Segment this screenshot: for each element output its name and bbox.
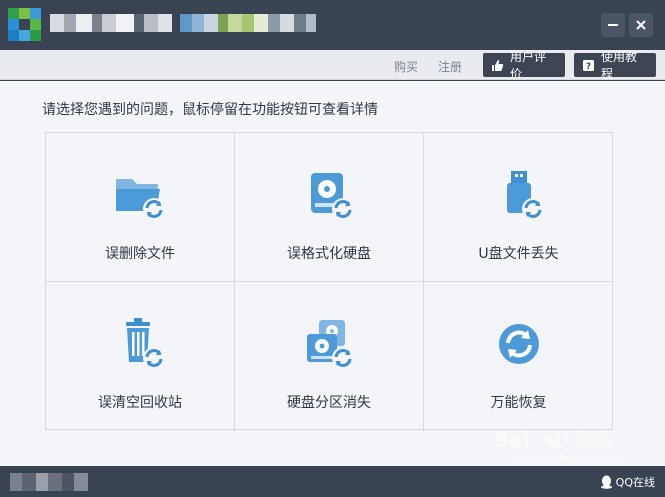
thumbs-up-icon xyxy=(491,59,504,72)
folder-recover-icon xyxy=(110,167,170,227)
title-bar xyxy=(0,0,665,50)
main-panel: 请选择您遇到的问题，鼠标停留在功能按钮可查看详情 误删除文件 误格式化硬盘 U盘… xyxy=(0,81,665,466)
app-title-blurred xyxy=(50,14,172,32)
usb-recover-icon xyxy=(489,167,549,227)
tutorial-label: 使用教程 xyxy=(601,50,638,81)
option-label: 万能恢复 xyxy=(490,395,547,411)
option-deleted-files[interactable]: 误删除文件 xyxy=(46,133,235,282)
buy-link[interactable]: 购买 xyxy=(394,58,418,75)
option-emptied-recycle-bin[interactable]: 误清空回收站 xyxy=(46,282,235,431)
help-book-icon: ? xyxy=(582,59,595,72)
baidu-watermark: Bai 经验 jingyan.baidu.com xyxy=(492,425,642,485)
minimize-button[interactable] xyxy=(601,13,625,37)
trash-recover-icon xyxy=(110,316,170,376)
option-label: 误删除文件 xyxy=(105,246,175,262)
option-label: 硬盘分区消失 xyxy=(287,395,371,411)
paw-icon xyxy=(544,432,569,450)
user-review-button[interactable]: 用户评价 xyxy=(483,50,565,81)
option-partition-lost[interactable]: 硬盘分区消失 xyxy=(235,282,424,431)
close-icon xyxy=(636,20,646,30)
recovery-options-grid: 误删除文件 误格式化硬盘 U盘文件丢失 误清空回收站 硬盘分区消失 万能恢复 xyxy=(45,132,613,431)
close-button[interactable] xyxy=(629,13,653,37)
option-formatted-disk[interactable]: 误格式化硬盘 xyxy=(235,133,424,282)
svg-text:?: ? xyxy=(586,62,591,72)
minimize-icon xyxy=(608,24,618,26)
option-label: 误格式化硬盘 xyxy=(287,246,371,262)
user-review-label: 用户评价 xyxy=(510,50,547,81)
option-usb-lost[interactable]: U盘文件丢失 xyxy=(424,133,613,282)
option-universal-recovery[interactable]: 万能恢复 xyxy=(424,282,613,431)
option-label: 误清空回收站 xyxy=(98,395,182,411)
instruction-text: 请选择您遇到的问题，鼠标停留在功能按钮可查看详情 xyxy=(42,102,378,118)
disk-recover-icon xyxy=(299,167,359,227)
watermark-brand: Bai xyxy=(494,428,530,452)
watermark-url: jingyan.baidu.com xyxy=(511,452,623,466)
universal-recover-icon xyxy=(489,316,549,376)
option-label: U盘文件丢失 xyxy=(478,246,559,262)
status-text-blurred xyxy=(10,473,88,491)
app-subtitle-blurred xyxy=(180,14,316,32)
app-logo xyxy=(8,8,42,42)
watermark-suffix: 经验 xyxy=(576,431,612,452)
register-link[interactable]: 注册 xyxy=(438,58,462,75)
tutorial-button[interactable]: ? 使用教程 xyxy=(574,50,656,81)
partition-recover-icon xyxy=(299,316,359,376)
top-link-bar: 购买 注册 用户评价 ? 使用教程 xyxy=(0,50,665,81)
